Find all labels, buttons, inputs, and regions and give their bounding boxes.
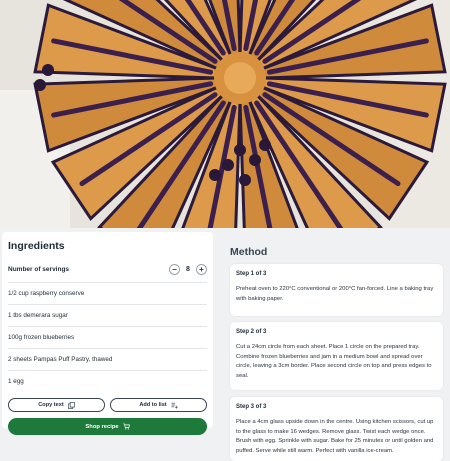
blueberry	[239, 174, 251, 186]
servings-label: Number of servings	[8, 266, 70, 273]
copy-text-button[interactable]: Copy text	[8, 398, 105, 412]
servings-row: Number of servings − 8 +	[8, 264, 207, 283]
shop-recipe-button[interactable]: Shop recipe	[8, 418, 207, 435]
servings-value: 8	[186, 266, 190, 273]
decrease-servings-button[interactable]: −	[169, 264, 180, 275]
add-to-list-label: Add to list	[139, 402, 167, 408]
method-step-card: Step 1 of 3 Preheat oven to 220°C conven…	[230, 264, 443, 316]
copy-text-label: Copy text	[38, 402, 64, 408]
step-text: Preheat oven to 220°C conventional or 20…	[236, 286, 434, 302]
ingredient-item: 100g frozen blueberries	[8, 327, 207, 349]
blueberry	[42, 64, 54, 76]
step-label: Step 1 of 3	[236, 271, 267, 277]
step-label: Step 3 of 3	[236, 404, 267, 410]
ingredients-title: Ingredients	[8, 240, 65, 252]
ingredient-actions: Copy text Add to list	[8, 398, 207, 412]
add-to-list-button[interactable]: Add to list	[110, 398, 207, 412]
ingredient-item: 1 tbs demerara sugar	[8, 305, 207, 327]
increase-servings-button[interactable]: +	[196, 264, 207, 275]
tart-photo-icon	[0, 0, 450, 228]
step-text: Cut a 24cm circle from each sheet. Place…	[236, 344, 432, 379]
ingredient-item: 1 egg	[8, 378, 24, 385]
blueberry	[234, 144, 246, 156]
ingredient-item: 1/2 cup raspberry conserve	[8, 283, 207, 305]
blueberry	[209, 169, 221, 181]
method-step-card: Step 3 of 3 Place a 4cm glass upside dow…	[230, 397, 443, 461]
shop-recipe-label: Shop recipe	[85, 423, 119, 430]
blueberry	[249, 154, 261, 166]
blueberry	[222, 159, 234, 171]
blueberry	[34, 79, 46, 91]
step-text: Place a 4cm glass upside down in the cen…	[236, 419, 434, 454]
cart-icon	[122, 423, 130, 430]
step-label: Step 2 of 3	[236, 329, 267, 335]
ingredients-card: Ingredients Number of servings − 8 + 1/2…	[2, 232, 213, 435]
method-title: Method	[230, 246, 268, 258]
ingredient-item: 2 sheets Pampas Puff Pastry, thawed	[8, 349, 207, 371]
method-step-card: Step 2 of 3 Cut a 24cm circle from each …	[230, 322, 443, 390]
copy-icon	[67, 401, 75, 409]
blueberry	[259, 139, 271, 151]
servings-stepper: − 8 +	[169, 264, 207, 275]
list-add-icon	[171, 402, 178, 409]
recipe-hero-image	[0, 0, 450, 228]
